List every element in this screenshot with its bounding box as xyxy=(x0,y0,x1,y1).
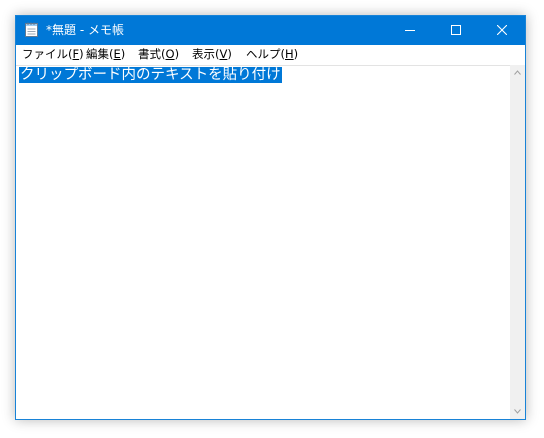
notepad-icon[interactable] xyxy=(25,22,38,37)
close-icon xyxy=(497,25,507,35)
menu-view[interactable]: 表示(V) xyxy=(192,47,232,62)
chevron-up-icon xyxy=(514,70,521,75)
maximize-icon xyxy=(451,25,461,35)
menu-help[interactable]: ヘルプ(H) xyxy=(246,47,298,62)
menu-format[interactable]: 書式(O) xyxy=(138,47,179,62)
menu-bar: ファイル(F) 編集(E) 書式(O) 表示(V) ヘルプ(H) xyxy=(16,45,525,64)
minimize-button[interactable] xyxy=(387,16,433,45)
minimize-icon xyxy=(405,30,415,31)
scroll-up-button[interactable] xyxy=(510,65,525,80)
window-title: *無題 - メモ帳 xyxy=(46,23,124,37)
chevron-down-icon xyxy=(514,409,521,414)
vertical-scrollbar[interactable] xyxy=(510,65,525,419)
menu-edit[interactable]: 編集(E) xyxy=(86,47,125,62)
menu-file[interactable]: ファイル(F) xyxy=(22,47,84,62)
close-button[interactable] xyxy=(479,16,525,45)
maximize-button[interactable] xyxy=(433,16,479,45)
scroll-down-button[interactable] xyxy=(510,404,525,419)
notepad-window: *無題 - メモ帳 ファイル(F) 編集(E) 書式(O) 表示(V) ヘルプ(… xyxy=(15,15,526,420)
title-bar[interactable]: *無題 - メモ帳 xyxy=(16,16,525,45)
text-editor[interactable]: クリップボード内のテキストを貼り付け xyxy=(16,65,510,419)
selected-text[interactable]: クリップボード内のテキストを貼り付け xyxy=(19,67,282,83)
